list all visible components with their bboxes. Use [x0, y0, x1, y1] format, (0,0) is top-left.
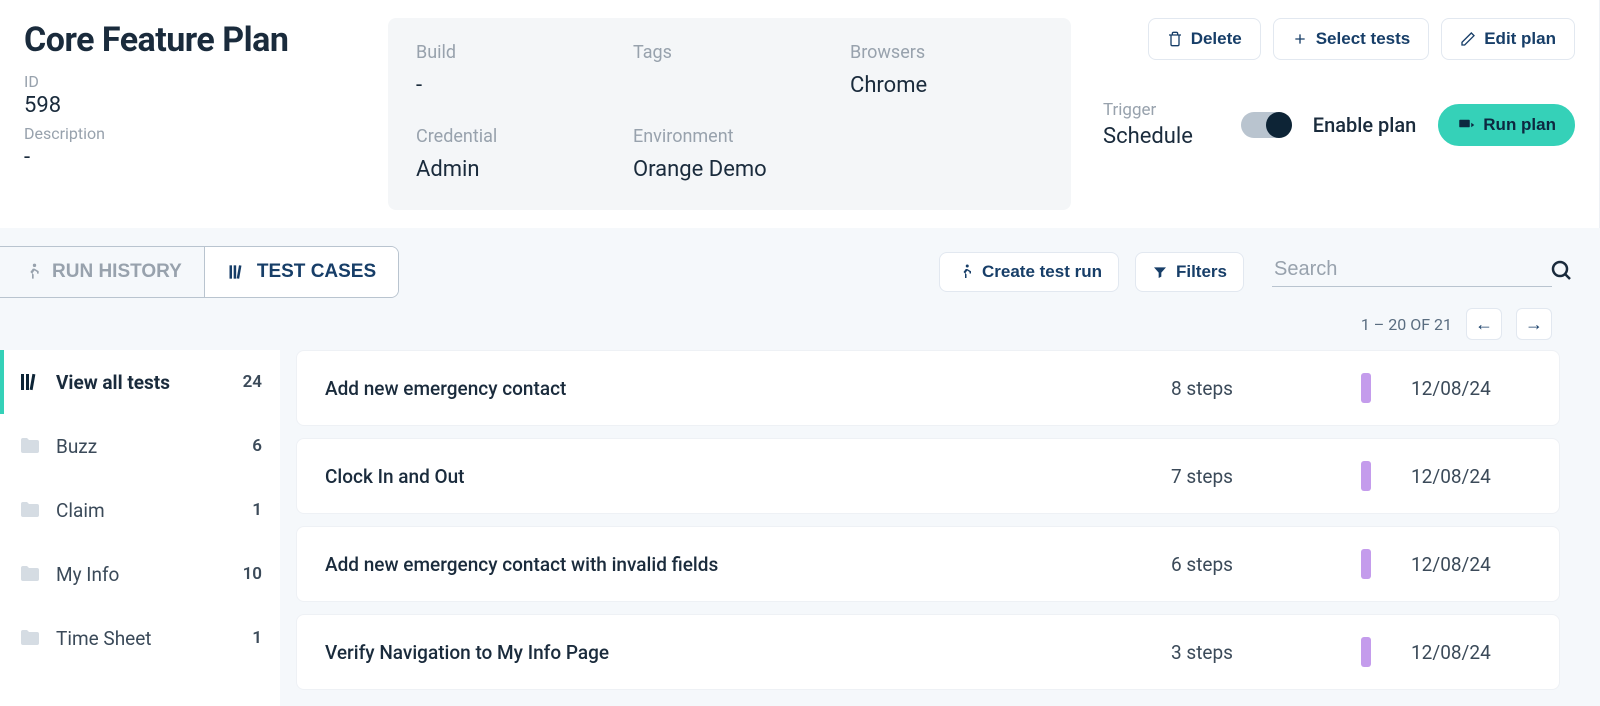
status-bar-icon — [1361, 637, 1371, 667]
sidebar-item-label: View all tests — [56, 371, 170, 394]
run-icon — [1457, 116, 1475, 134]
test-name: Clock In and Out — [325, 465, 1171, 488]
sidebar-item-count: 1 — [252, 500, 262, 520]
run-plan-label: Run plan — [1483, 115, 1556, 135]
build-label: Build — [416, 42, 609, 63]
select-tests-label: Select tests — [1316, 29, 1411, 49]
tab-group: RUN HISTORY TEST CASES — [0, 246, 399, 298]
sidebar-item-time-sheet[interactable]: Time Sheet 1 — [0, 606, 280, 670]
status-bar-icon — [1361, 461, 1371, 491]
filters-button[interactable]: Filters — [1135, 252, 1244, 292]
sidebar-item-count: 6 — [252, 436, 262, 456]
sidebar-item-label: Time Sheet — [56, 627, 152, 650]
status-bar-icon — [1361, 373, 1371, 403]
sidebar-item-label: Claim — [56, 499, 105, 522]
arrow-left-icon: ← — [1475, 314, 1493, 335]
test-list: Add new emergency contact 8 steps 12/08/… — [280, 350, 1576, 706]
tab-test-cases[interactable]: TEST CASES — [205, 247, 398, 297]
sidebar-item-count: 1 — [252, 628, 262, 648]
sidebar-item-buzz[interactable]: Buzz 6 — [0, 414, 280, 478]
select-tests-button[interactable]: Select tests — [1273, 18, 1430, 60]
test-date: 12/08/24 — [1411, 465, 1531, 488]
test-name: Verify Navigation to My Info Page — [325, 641, 1171, 664]
pagination-range: 1 – 20 OF 21 — [1361, 315, 1452, 334]
enable-plan-toggle[interactable] — [1241, 112, 1291, 138]
environment-value: Orange Demo — [633, 157, 826, 182]
tab-run-history-label: RUN HISTORY — [52, 261, 182, 283]
tags-label: Tags — [633, 42, 826, 63]
plan-title: Core Feature Plan — [24, 20, 364, 60]
description-value: - — [24, 145, 364, 170]
sidebar-item-view-all[interactable]: View all tests 24 — [0, 350, 280, 414]
search-icon[interactable] — [1549, 258, 1573, 282]
tab-run-history[interactable]: RUN HISTORY — [0, 247, 205, 297]
sidebar-item-label: My Info — [56, 563, 119, 586]
tab-test-cases-label: TEST CASES — [257, 261, 376, 283]
arrow-right-icon: → — [1525, 314, 1543, 335]
folder-icon — [18, 562, 42, 586]
sidebar-item-claim[interactable]: Claim 1 — [0, 478, 280, 542]
test-date: 12/08/24 — [1411, 641, 1531, 664]
folder-icon — [18, 498, 42, 522]
sidebar: View all tests 24 Buzz 6 Cla — [0, 350, 280, 706]
test-name: Add new emergency contact — [325, 377, 1171, 400]
library-icon — [18, 370, 42, 394]
next-page-button[interactable]: → — [1516, 308, 1552, 340]
test-date: 12/08/24 — [1411, 553, 1531, 576]
test-date: 12/08/24 — [1411, 377, 1531, 400]
edit-plan-button[interactable]: Edit plan — [1441, 18, 1575, 60]
enable-plan-label: Enable plan — [1313, 113, 1417, 137]
create-test-run-label: Create test run — [982, 262, 1102, 282]
build-value: - — [416, 73, 609, 98]
id-label: ID — [24, 72, 364, 91]
sidebar-item-label: Buzz — [56, 435, 97, 458]
run-plan-button[interactable]: Run plan — [1438, 104, 1575, 146]
meta-panel: Build - Tags Browsers Chrome Credential … — [388, 18, 1071, 210]
running-man-icon — [22, 262, 42, 282]
search-input[interactable] — [1272, 257, 1541, 282]
test-row[interactable]: Verify Navigation to My Info Page 3 step… — [296, 614, 1560, 690]
credential-label: Credential — [416, 126, 609, 147]
id-value: 598 — [24, 93, 364, 118]
test-row[interactable]: Add new emergency contact 8 steps 12/08/… — [296, 350, 1560, 426]
description-label: Description — [24, 124, 364, 143]
folder-icon — [18, 626, 42, 650]
plus-icon — [1292, 31, 1308, 47]
browsers-value: Chrome — [850, 73, 1043, 98]
running-man-icon — [956, 263, 974, 281]
filter-icon — [1152, 264, 1168, 280]
create-test-run-button[interactable]: Create test run — [939, 252, 1119, 292]
trigger-label: Trigger — [1103, 100, 1193, 120]
sidebar-item-count: 10 — [243, 564, 262, 584]
edit-plan-label: Edit plan — [1484, 29, 1556, 49]
test-steps: 3 steps — [1171, 641, 1321, 664]
test-steps: 6 steps — [1171, 553, 1321, 576]
test-name: Add new emergency contact with invalid f… — [325, 553, 1171, 576]
credential-value: Admin — [416, 157, 609, 182]
test-row[interactable]: Add new emergency contact with invalid f… — [296, 526, 1560, 602]
trash-icon — [1167, 31, 1183, 47]
filters-label: Filters — [1176, 262, 1227, 282]
test-steps: 8 steps — [1171, 377, 1321, 400]
library-icon — [227, 262, 247, 282]
trigger-value: Schedule — [1103, 124, 1193, 149]
pencil-icon — [1460, 31, 1476, 47]
status-bar-icon — [1361, 549, 1371, 579]
delete-button[interactable]: Delete — [1148, 18, 1261, 60]
environment-label: Environment — [633, 126, 826, 147]
test-row[interactable]: Clock In and Out 7 steps 12/08/24 — [296, 438, 1560, 514]
sidebar-item-my-info[interactable]: My Info 10 — [0, 542, 280, 606]
sidebar-item-count: 24 — [243, 372, 262, 392]
folder-icon — [18, 434, 42, 458]
prev-page-button[interactable]: ← — [1466, 308, 1502, 340]
test-steps: 7 steps — [1171, 465, 1321, 488]
delete-label: Delete — [1191, 29, 1242, 49]
browsers-label: Browsers — [850, 42, 1043, 63]
